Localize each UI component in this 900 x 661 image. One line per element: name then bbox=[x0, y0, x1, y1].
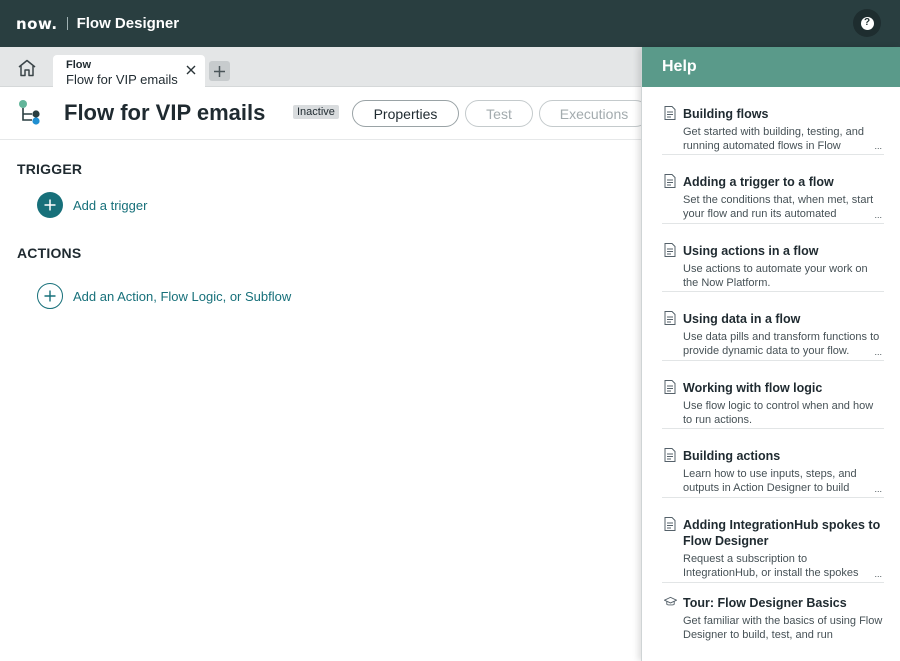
home-tab[interactable] bbox=[9, 55, 45, 81]
help-item-tour[interactable]: Tour: Flow Designer Basics Get familiar … bbox=[662, 583, 884, 653]
help-item-title: Working with flow logic bbox=[683, 381, 823, 395]
help-button[interactable]: ? bbox=[853, 9, 881, 37]
add-action-label: Add an Action, Flow Logic, or Subflow bbox=[73, 288, 292, 304]
more-indicator: ... bbox=[874, 210, 882, 220]
document-icon bbox=[664, 380, 676, 394]
help-item-flow-logic[interactable]: Working with flow logic Use flow logic t… bbox=[662, 361, 884, 429]
status-badge: Inactive bbox=[293, 105, 339, 119]
tab-strip: Flow Flow for VIP emails bbox=[0, 47, 642, 87]
tab-flow-for-vip-emails[interactable]: Flow Flow for VIP emails bbox=[53, 55, 205, 87]
document-icon bbox=[664, 517, 676, 531]
logo-divider bbox=[66, 17, 68, 30]
help-item-building-flows[interactable]: Building flows Get started with building… bbox=[662, 87, 884, 155]
app-name: Flow Designer bbox=[76, 15, 180, 32]
add-trigger-icon bbox=[37, 192, 63, 218]
help-list: Building flows Get started with building… bbox=[642, 87, 900, 653]
help-item-title: Adding a trigger to a flow bbox=[683, 175, 834, 189]
help-item-title: Building actions bbox=[683, 449, 781, 463]
graduation-cap-icon bbox=[664, 596, 677, 606]
help-item-title: Using actions in a flow bbox=[683, 244, 819, 258]
document-icon bbox=[664, 243, 676, 257]
help-item-building-actions[interactable]: Building actions Learn how to use inputs… bbox=[662, 429, 884, 498]
top-banner: now. Flow Designer ? bbox=[0, 0, 900, 47]
more-indicator: ... bbox=[874, 347, 882, 357]
test-button[interactable]: Test bbox=[465, 100, 533, 127]
help-item-title: Using data in a flow bbox=[683, 312, 801, 326]
executions-button[interactable]: Executions bbox=[539, 100, 649, 127]
plus-icon bbox=[214, 65, 225, 77]
document-icon bbox=[664, 311, 676, 325]
help-item-integrationhub[interactable]: Adding IntegrationHub spokes to Flow Des… bbox=[662, 498, 884, 583]
flow-header: Flow for VIP emails Inactive Properties … bbox=[0, 88, 649, 140]
tab-name-label: Flow for VIP emails bbox=[66, 72, 178, 87]
help-item-description: Use flow logic to control when and how t… bbox=[683, 400, 874, 426]
new-tab-button[interactable] bbox=[209, 61, 230, 81]
document-icon bbox=[664, 448, 676, 462]
help-item-description: Get started with building, testing, and … bbox=[683, 126, 864, 152]
more-indicator: ... bbox=[874, 141, 882, 151]
add-action-icon bbox=[37, 283, 63, 309]
help-item-description: Get familiar with the basics of using Fl… bbox=[683, 615, 883, 641]
help-item-description: Use actions to automate your work on the… bbox=[683, 263, 868, 289]
help-panel: Help Building flows Get started with bui… bbox=[641, 47, 900, 661]
add-trigger-button[interactable]: Add a trigger bbox=[37, 192, 147, 218]
add-action-button[interactable]: Add an Action, Flow Logic, or Subflow bbox=[37, 283, 291, 309]
help-item-description: Use data pills and transform functions t… bbox=[683, 331, 880, 357]
properties-button[interactable]: Properties bbox=[352, 100, 459, 127]
help-item-adding-trigger[interactable]: Adding a trigger to a flow Set the condi… bbox=[662, 155, 884, 224]
close-tab-icon[interactable] bbox=[184, 63, 198, 77]
tab-kind-label: Flow bbox=[66, 59, 92, 71]
add-trigger-label: Add a trigger bbox=[73, 197, 148, 213]
trigger-heading: TRIGGER bbox=[17, 161, 83, 177]
more-indicator: ... bbox=[874, 484, 882, 494]
help-icon: ? bbox=[860, 16, 874, 30]
help-panel-title: Help bbox=[642, 47, 900, 87]
help-item-description: Set the conditions that, when met, start… bbox=[683, 194, 874, 220]
document-icon bbox=[664, 174, 676, 188]
flow-icon bbox=[19, 100, 40, 125]
help-item-using-data[interactable]: Using data in a flow Use data pills and … bbox=[662, 292, 884, 361]
help-item-title: Adding IntegrationHub spokes to Flow Des… bbox=[683, 518, 881, 548]
more-indicator: ... bbox=[874, 569, 882, 579]
servicenow-logo[interactable]: now. bbox=[16, 15, 58, 33]
page-title: Flow for VIP emails bbox=[64, 100, 266, 125]
actions-heading: ACTIONS bbox=[17, 245, 82, 261]
document-icon bbox=[664, 106, 676, 120]
help-item-description: Request a subscription to IntegrationHub… bbox=[683, 553, 859, 579]
help-item-description: Learn how to use inputs, steps, and outp… bbox=[683, 468, 857, 494]
help-item-title: Building flows bbox=[683, 107, 769, 121]
home-icon bbox=[18, 59, 36, 77]
help-item-title: Tour: Flow Designer Basics bbox=[683, 596, 847, 610]
help-item-using-actions[interactable]: Using actions in a flow Use actions to a… bbox=[662, 224, 884, 292]
